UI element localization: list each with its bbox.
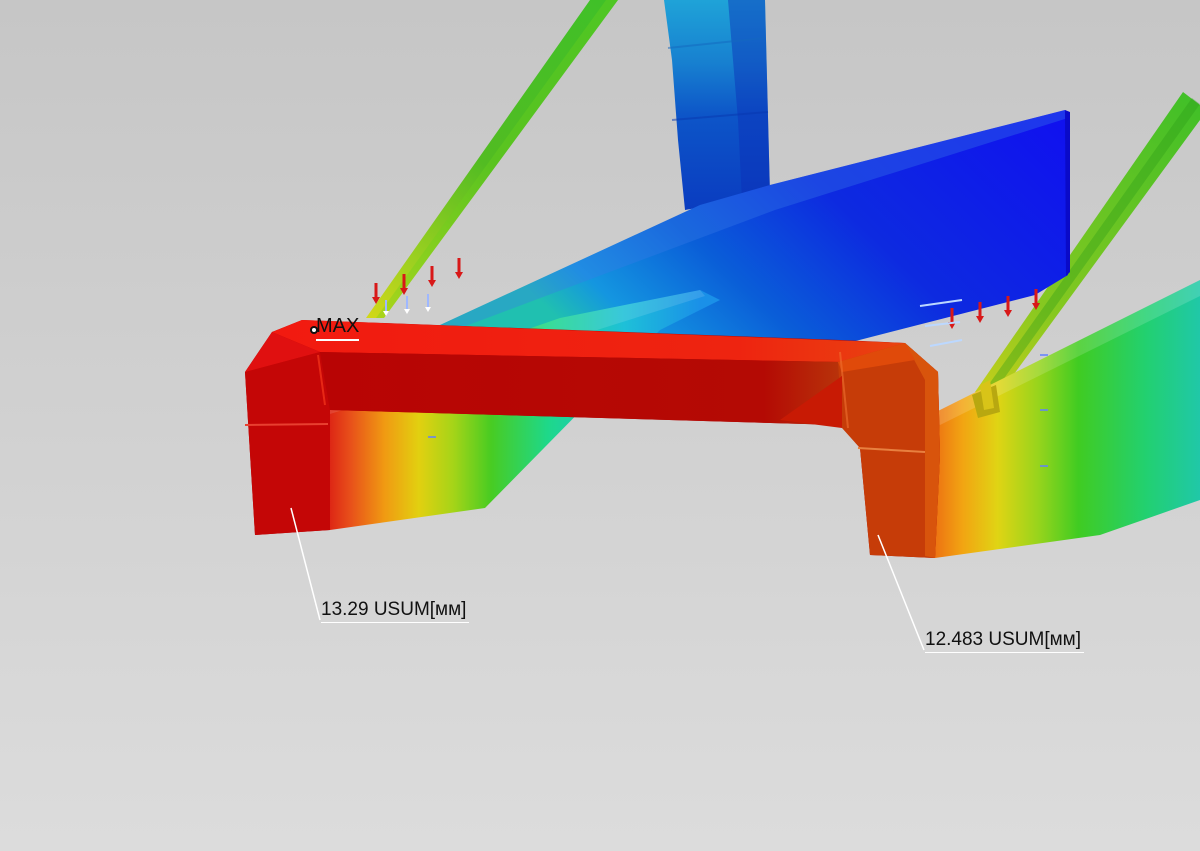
fea-viewport[interactable] [0, 0, 1200, 851]
displacement-callout-right: 12.483 USUM[мм] [925, 630, 1085, 653]
displacement-callout-left: 13.29 USUM[мм] [321, 600, 470, 623]
max-label: MAX [316, 316, 360, 341]
